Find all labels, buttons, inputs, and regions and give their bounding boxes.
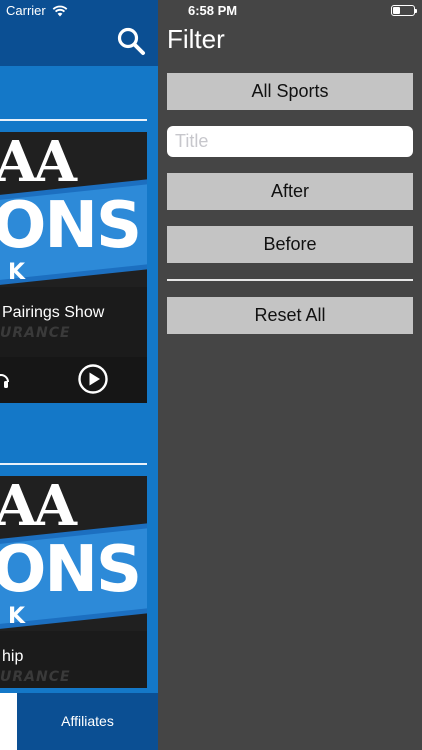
caption-watermark: URANCE — [0, 669, 71, 685]
headphones-icon[interactable] — [0, 369, 10, 389]
after-date-button[interactable]: After — [167, 173, 413, 210]
status-bar-left: Carrier — [6, 3, 68, 18]
tab-home[interactable] — [0, 693, 17, 750]
card-title: hip — [2, 648, 24, 665]
filter-panel: 6:58 PM Filter All Sports After Before R… — [158, 0, 422, 750]
carrier-label: Carrier — [6, 3, 46, 18]
card-caption: URANCE hip — [0, 631, 147, 688]
section-divider — [0, 119, 147, 121]
filter-title: Filter — [167, 24, 225, 54]
reset-all-button[interactable]: Reset All — [167, 297, 413, 334]
main-content: Carrier AA ONS K URANCE Pairings Show AA… — [0, 0, 158, 750]
all-sports-button[interactable]: All Sports — [167, 73, 413, 110]
art-text-main: ONS — [0, 533, 142, 607]
search-icon[interactable] — [116, 26, 146, 56]
title-input[interactable] — [167, 126, 413, 157]
card-caption: URANCE Pairings Show — [0, 287, 147, 357]
art-text-top: AA — [0, 132, 77, 195]
caption-watermark: URANCE — [0, 325, 71, 341]
card-artwork: AA ONS K — [0, 476, 147, 631]
video-card[interactable]: AA ONS K URANCE Pairings Show — [0, 132, 147, 403]
before-date-button[interactable]: Before — [167, 226, 413, 263]
section-divider — [0, 463, 147, 465]
art-text-main: ONS — [0, 189, 142, 263]
play-icon[interactable] — [78, 364, 108, 394]
tab-affiliates[interactable]: Affiliates — [17, 693, 158, 750]
wifi-icon — [52, 5, 68, 16]
card-title: Pairings Show — [2, 304, 105, 321]
battery-icon — [391, 5, 417, 16]
art-text-top: AA — [0, 476, 77, 539]
filter-divider — [167, 279, 413, 281]
card-artwork: AA ONS K — [0, 132, 147, 287]
tab-affiliates-label: Affiliates — [61, 713, 114, 729]
art-text-sub: K — [8, 260, 26, 285]
card-actions — [0, 357, 147, 403]
main-header: Carrier — [0, 0, 158, 66]
status-time: 6:58 PM — [188, 3, 238, 18]
art-text-sub: K — [8, 604, 26, 629]
video-card[interactable]: AA ONS K URANCE hip — [0, 476, 147, 688]
